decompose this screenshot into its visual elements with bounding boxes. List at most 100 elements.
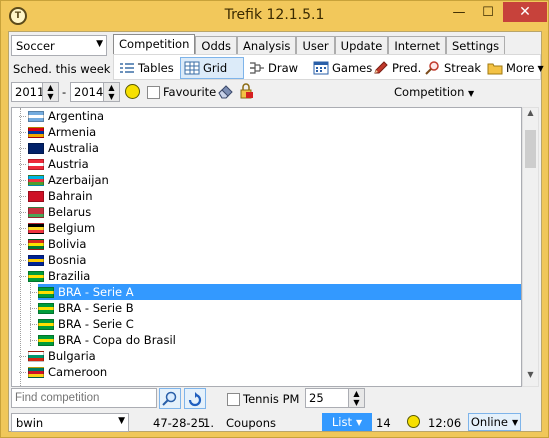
title-bar[interactable]: T Trefik 12.1.5.1 — ☐ ✕ xyxy=(1,1,548,31)
tree-competition-item[interactable]: BRA - Serie C xyxy=(38,316,136,332)
flag-icon xyxy=(28,222,44,234)
tab-analysis[interactable]: Analysis xyxy=(237,36,297,55)
tree-competition-item[interactable]: BRA - Copa do Brasil xyxy=(38,332,178,348)
chevron-down-icon: ▼ xyxy=(355,417,363,427)
streak-button[interactable]: Streak xyxy=(422,57,484,79)
sport-select[interactable]: Soccer ▼ xyxy=(11,35,107,56)
streak-label: Streak xyxy=(444,61,482,75)
draw-button[interactable]: Draw xyxy=(246,57,301,79)
year-to-value: 2014 xyxy=(74,85,104,99)
coupons-label[interactable]: Coupons xyxy=(226,416,276,430)
tree-scrollbar[interactable]: ▲ ▼ xyxy=(522,107,539,387)
status-ball-icon[interactable] xyxy=(125,84,140,99)
lock-icon[interactable] xyxy=(238,83,254,102)
spin-arrows-icon[interactable]: ▲ ▼ xyxy=(348,389,364,407)
tree-item-label: Bulgaria xyxy=(48,349,96,363)
tree-line xyxy=(30,292,37,293)
draw-icon xyxy=(249,61,265,75)
main-panel: Soccer ▼ Competition Odds Analysis User … xyxy=(8,31,544,432)
tree-line xyxy=(19,244,26,245)
flag-icon xyxy=(28,366,44,378)
favourite-checkbox[interactable] xyxy=(147,86,160,99)
schedule-select[interactable]: Sched. this week ▼ xyxy=(13,62,121,76)
tab-competition[interactable]: Competition xyxy=(113,34,196,56)
tree-country-item[interactable]: Bosnia xyxy=(28,252,88,268)
tennis-pm-checkbox[interactable] xyxy=(227,393,240,406)
more-button[interactable]: More ▼ xyxy=(484,57,547,79)
calendar-icon xyxy=(313,61,329,75)
pencil-icon xyxy=(373,61,389,75)
minimize-button[interactable]: — xyxy=(445,2,473,22)
flag-icon xyxy=(28,254,44,266)
tree-country-item[interactable]: Bahrain xyxy=(28,188,94,204)
find-competition-input[interactable] xyxy=(11,388,157,408)
search-button[interactable] xyxy=(159,388,181,409)
maximize-button[interactable]: ☐ xyxy=(475,2,501,22)
tree-competition-item[interactable]: BRA - Serie B xyxy=(38,300,136,316)
year-to-spinner[interactable]: 2014 ▲ ▼ xyxy=(70,82,120,102)
online-button[interactable]: Online ▼ xyxy=(468,413,521,431)
flag-icon xyxy=(38,334,54,346)
refresh-button[interactable] xyxy=(184,388,206,409)
tree-line xyxy=(30,324,37,325)
spin-arrows-icon[interactable]: ▲ ▼ xyxy=(103,83,119,101)
chevron-down-icon: ▼ xyxy=(537,63,544,73)
scrollbar-thumb[interactable] xyxy=(525,130,536,168)
tree-item-label: Armenia xyxy=(48,125,97,139)
competition-dropdown[interactable]: Competition ▼ xyxy=(394,85,474,99)
status-ball-icon xyxy=(407,415,420,428)
search-icon xyxy=(162,391,177,406)
games-label: Games xyxy=(332,61,373,75)
scroll-up-icon[interactable]: ▲ xyxy=(523,108,538,124)
tab-settings[interactable]: Settings xyxy=(445,36,506,55)
tree-country-item[interactable]: Australia xyxy=(28,140,101,156)
close-button[interactable]: ✕ xyxy=(503,2,547,22)
tree-country-item[interactable]: Armenia xyxy=(28,124,98,140)
tree-country-item[interactable]: Belgium xyxy=(28,220,97,236)
tables-button[interactable]: Tables xyxy=(116,57,177,79)
tree-line xyxy=(30,340,37,341)
tree-country-item[interactable]: Brazilia xyxy=(28,268,92,284)
year-from-spinner[interactable]: 2011 ▲ ▼ xyxy=(11,82,59,102)
tree-country-item[interactable]: Belarus xyxy=(28,204,93,220)
tree-country-item[interactable]: Bolivia xyxy=(28,236,88,252)
grid-button[interactable]: Grid xyxy=(180,57,244,79)
tree-country-item[interactable]: Cameroon xyxy=(28,364,109,380)
games-button[interactable]: Games xyxy=(310,57,375,79)
online-label: Online xyxy=(470,415,508,429)
tree-country-item[interactable]: Argentina xyxy=(28,108,106,124)
tree-line xyxy=(19,180,26,181)
eraser-icon[interactable] xyxy=(217,83,235,102)
more-label: More xyxy=(506,61,535,75)
tab-user[interactable]: User xyxy=(296,36,335,55)
tree-item-label: Bolivia xyxy=(48,237,87,251)
tree-item-label: Austria xyxy=(48,157,89,171)
count-spinner[interactable]: 25 ▲ ▼ xyxy=(305,388,365,408)
count-text: 14 xyxy=(376,416,391,430)
tree-item-label: BRA - Copa do Brasil xyxy=(58,333,176,347)
tree-item-label: Argentina xyxy=(48,109,105,123)
count-value: 25 xyxy=(309,391,324,405)
tree-item-label: Belarus xyxy=(48,205,92,219)
tree-line xyxy=(19,132,26,133)
flag-icon xyxy=(28,350,44,362)
tree-item-label: Australia xyxy=(48,141,99,155)
bookmaker-select[interactable]: bwin ▼ xyxy=(11,413,129,432)
list-button[interactable]: List ▼ xyxy=(322,413,372,431)
tree-country-item[interactable]: Azerbaijan xyxy=(28,172,111,188)
spin-arrows-icon[interactable]: ▲ ▼ xyxy=(42,83,58,101)
tree-country-item[interactable]: Austria xyxy=(28,156,91,172)
pred-button[interactable]: Pred. xyxy=(370,57,424,79)
scroll-down-icon[interactable]: ▼ xyxy=(523,370,538,386)
grid-label: Grid xyxy=(203,61,228,75)
tab-update[interactable]: Update xyxy=(334,36,389,55)
year-range-dash: - xyxy=(62,85,67,99)
tab-internet[interactable]: Internet xyxy=(388,36,446,55)
tree-competition-item[interactable]: BRA - Serie A xyxy=(38,284,521,300)
tree-line xyxy=(19,212,26,213)
tab-odds[interactable]: Odds xyxy=(195,36,238,55)
tree-country-item[interactable]: Bulgaria xyxy=(28,348,98,364)
tree-line xyxy=(19,356,26,357)
competition-tree[interactable]: Argentina Armenia Australia Austria Azerbaij… xyxy=(11,107,522,387)
tree-item-label: Bosnia xyxy=(48,253,87,267)
